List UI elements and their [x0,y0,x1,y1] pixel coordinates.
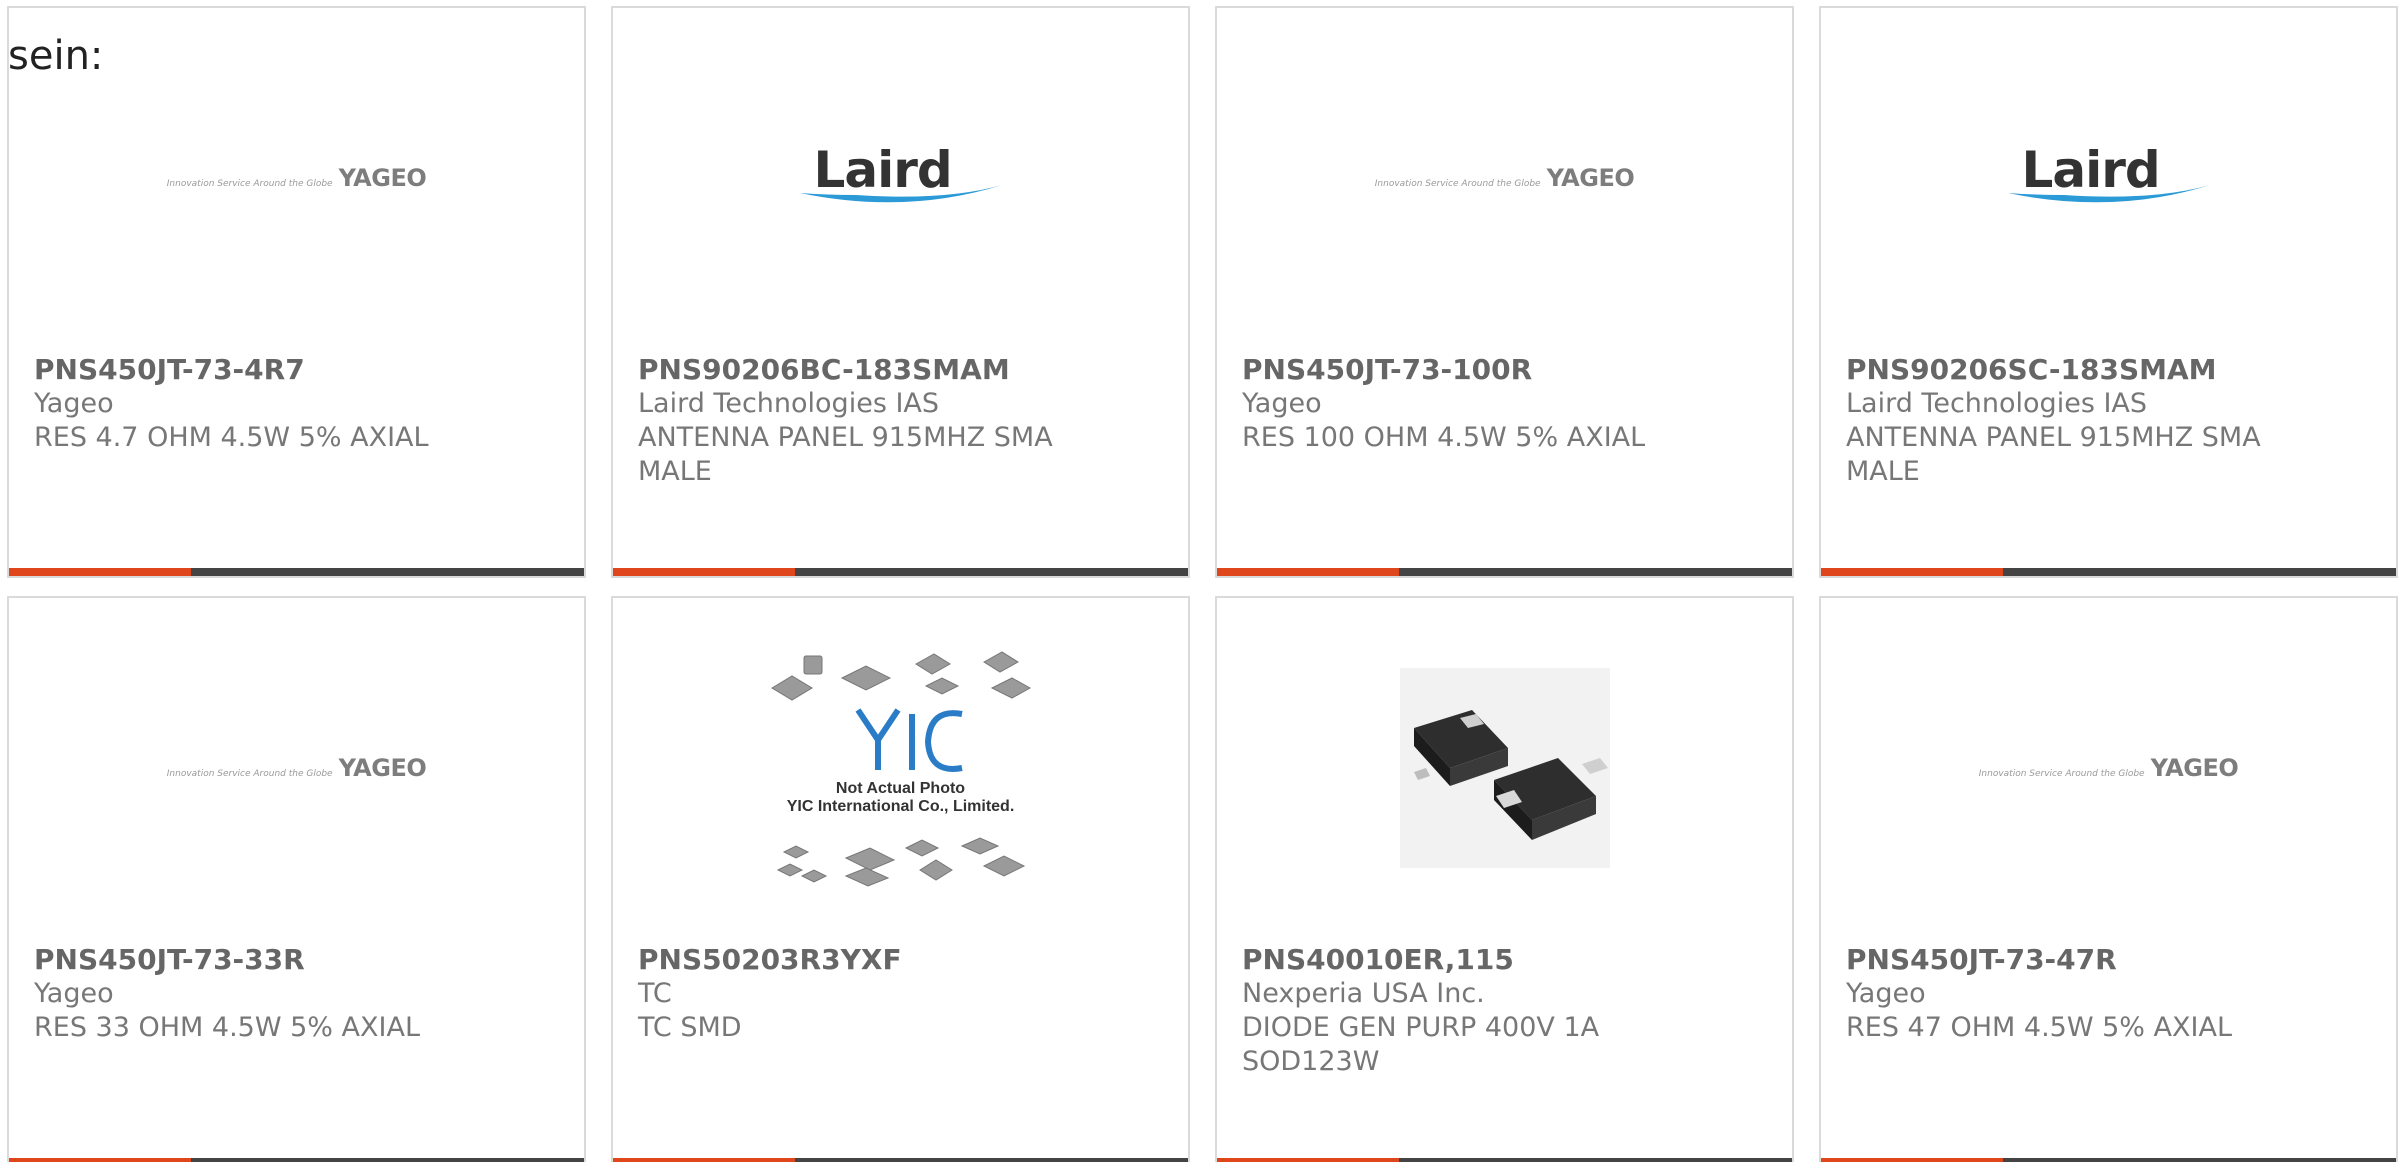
product-image [1217,598,1792,938]
description: RES 100 OHM 4.5W 5% AXIAL [1242,422,1646,453]
card-accent [613,1158,795,1162]
laird-logo: Laird [796,141,1006,213]
part-number[interactable]: PNS90206SC-183SMAM [1846,353,2376,387]
card-bottom-bar [1821,1158,2396,1162]
product-image: Innovation Service Around the Globe YAGE… [1821,598,2396,938]
yageo-logo: Innovation Service Around the Globe YAGE… [166,754,427,782]
description: ANTENNA PANEL 915MHZ SMA MALE [638,422,1053,487]
product-card[interactable]: Innovation Service Around the Globe YAGE… [7,596,586,1162]
card-bottom-bar [1217,568,1792,576]
laird-logo: Laird [2004,141,2214,213]
manufacturer: Yageo [1242,388,1322,419]
description: ANTENNA PANEL 915MHZ SMA MALE [1846,422,2261,487]
product-grid-page: sein: Innovation Service Around the Glob… [0,0,2400,1162]
product-card[interactable]: Laird PNS90206BC-183SMAM Laird Technolog… [611,6,1190,578]
part-number[interactable]: PNS450JT-73-47R [1846,943,2376,977]
product-image: Innovation Service Around the Globe YAGE… [9,598,584,938]
card-bottom-bar [9,1158,584,1162]
yic-placeholder-image: Not Actual Photo YIC International Co., … [766,648,1036,888]
product-card[interactable]: Not Actual Photo YIC International Co., … [611,596,1190,1162]
manufacturer: TC [638,978,672,1009]
part-number[interactable]: PNS450JT-73-4R7 [34,353,564,387]
description: DIODE GEN PURP 400V 1A SOD123W [1242,1012,1600,1077]
part-number[interactable]: PNS90206BC-183SMAM [638,353,1168,387]
card-accent [9,568,191,576]
card-bottom-bar [613,1158,1188,1162]
card-accent [613,568,795,576]
card-bottom-bar [1217,1158,1792,1162]
product-card[interactable]: Innovation Service Around the Globe YAGE… [1819,596,2398,1162]
manufacturer: Yageo [34,388,114,419]
card-bottom-bar [9,568,584,576]
part-number[interactable]: PNS40010ER,115 [1242,943,1772,977]
manufacturer: Yageo [1846,978,1926,1009]
product-image: Not Actual Photo YIC International Co., … [613,598,1188,938]
manufacturer: Nexperia USA Inc. [1242,978,1485,1009]
product-image: Innovation Service Around the Globe YAGE… [1217,8,1792,348]
yageo-logo: Innovation Service Around the Globe YAGE… [166,164,427,192]
manufacturer: Laird Technologies IAS [638,388,940,419]
product-card[interactable]: Innovation Service Around the Globe YAGE… [1215,6,1794,578]
intro-text: sein: [8,33,104,79]
part-number[interactable]: PNS450JT-73-33R [34,943,564,977]
product-image: Laird [1821,8,2396,348]
diode-photo [1399,668,1610,868]
yageo-logo: Innovation Service Around the Globe YAGE… [1374,164,1635,192]
card-accent [1217,1158,1399,1162]
part-number[interactable]: PNS450JT-73-100R [1242,353,1772,387]
card-accent [1821,1158,2003,1162]
product-card[interactable]: Innovation Service Around the Globe YAGE… [7,6,586,578]
description: RES 47 OHM 4.5W 5% AXIAL [1846,1012,2232,1043]
manufacturer: Laird Technologies IAS [1846,388,2148,419]
product-card[interactable]: Laird PNS90206SC-183SMAM Laird Technolog… [1819,6,2398,578]
yageo-logo: Innovation Service Around the Globe YAGE… [1978,754,2239,782]
product-card[interactable]: PNS40010ER,115 Nexperia USA Inc. DIODE G… [1215,596,1794,1162]
description: RES 33 OHM 4.5W 5% AXIAL [34,1012,420,1043]
card-accent [1821,568,2003,576]
card-bottom-bar [1821,568,2396,576]
description: RES 4.7 OHM 4.5W 5% AXIAL [34,422,429,453]
description: TC SMD [638,1012,742,1043]
manufacturer: Yageo [34,978,114,1009]
card-accent [1217,568,1399,576]
card-accent [9,1158,191,1162]
part-number[interactable]: PNS50203R3YXF [638,943,1168,977]
card-bottom-bar [613,568,1188,576]
product-image: Laird [613,8,1188,348]
